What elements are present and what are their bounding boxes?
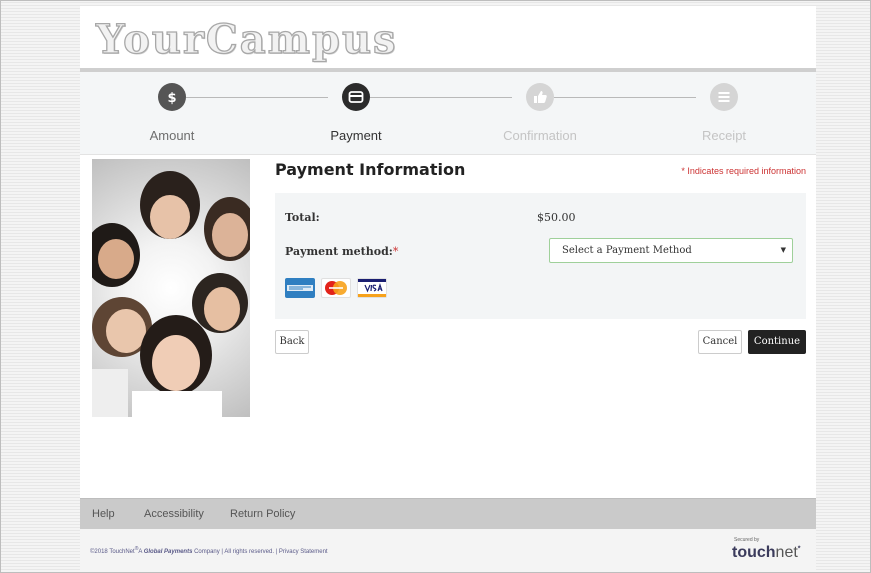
payment-method-select[interactable]: Select a Payment Method ▼	[549, 238, 793, 263]
page-title: Payment Information	[275, 160, 466, 179]
page-container: YourCampus $ Amount Payment Confirmation	[80, 6, 816, 572]
progress-stepper: $ Amount Payment Confirmation Receipt	[80, 72, 816, 155]
visa-icon	[357, 278, 387, 298]
thumbs-up-icon	[526, 83, 554, 111]
footer-nav: Help Accessibility Return Policy	[80, 498, 816, 529]
required-mark: *	[392, 245, 399, 258]
svg-text:$: $	[167, 91, 176, 105]
step-amount: $ Amount	[102, 72, 242, 154]
footer-link-accessibility[interactable]: Accessibility	[144, 508, 204, 520]
select-value: Select a Payment Method	[562, 245, 692, 256]
back-button[interactable]: Back	[275, 330, 309, 354]
footer-link-help[interactable]: Help	[92, 508, 115, 520]
continue-button[interactable]: Continue	[748, 330, 806, 354]
payment-method-label-text: Payment method:	[285, 245, 393, 258]
step-confirmation: Confirmation	[470, 72, 610, 154]
touchnet-logo: Secured by touchnet*	[732, 535, 802, 567]
step-label: Payment	[330, 128, 382, 143]
brand-bold: touch	[732, 544, 776, 561]
step-receipt: Receipt	[654, 72, 794, 154]
footer-link-return-policy[interactable]: Return Policy	[230, 508, 295, 520]
accepted-cards	[285, 278, 387, 298]
credit-card-icon	[342, 83, 370, 111]
step-label: Amount	[149, 128, 195, 143]
step-label: Receipt	[701, 128, 747, 143]
copyright-text: ©2018 TouchNet®A Global Payments Company…	[90, 546, 328, 555]
copyright-company: Global Payments	[143, 549, 193, 555]
step-payment: Payment	[286, 72, 426, 154]
total-label: Total:	[285, 211, 320, 224]
mastercard-icon	[321, 278, 351, 298]
copyright-prefix: ©2018 TouchNet	[90, 549, 135, 555]
dropdown-caret-icon: ▼	[780, 246, 786, 254]
footer-bottom: ©2018 TouchNet®A Global Payments Company…	[80, 529, 816, 572]
list-icon	[710, 83, 738, 111]
students-photo	[92, 159, 250, 417]
copyright-suffix[interactable]: Company | All rights reserved. | Privacy…	[194, 549, 328, 555]
amex-icon	[285, 278, 315, 298]
step-label: Confirmation	[503, 128, 577, 143]
brand-rest: net	[775, 544, 798, 561]
copyright-a: A	[138, 549, 143, 555]
campus-logo[interactable]: YourCampus	[95, 15, 398, 64]
payment-method-label: Payment method:*	[285, 245, 398, 258]
required-info-note: * Indicates required information	[681, 166, 806, 176]
dollar-icon: $	[158, 83, 186, 111]
cancel-button[interactable]: Cancel	[698, 330, 742, 354]
secured-by-label: Secured by	[734, 537, 760, 543]
touchnet-brand: touchnet*	[732, 544, 801, 561]
payment-panel: Total: $50.00 Payment method:* Select a …	[275, 193, 806, 319]
total-value: $50.00	[537, 211, 576, 224]
